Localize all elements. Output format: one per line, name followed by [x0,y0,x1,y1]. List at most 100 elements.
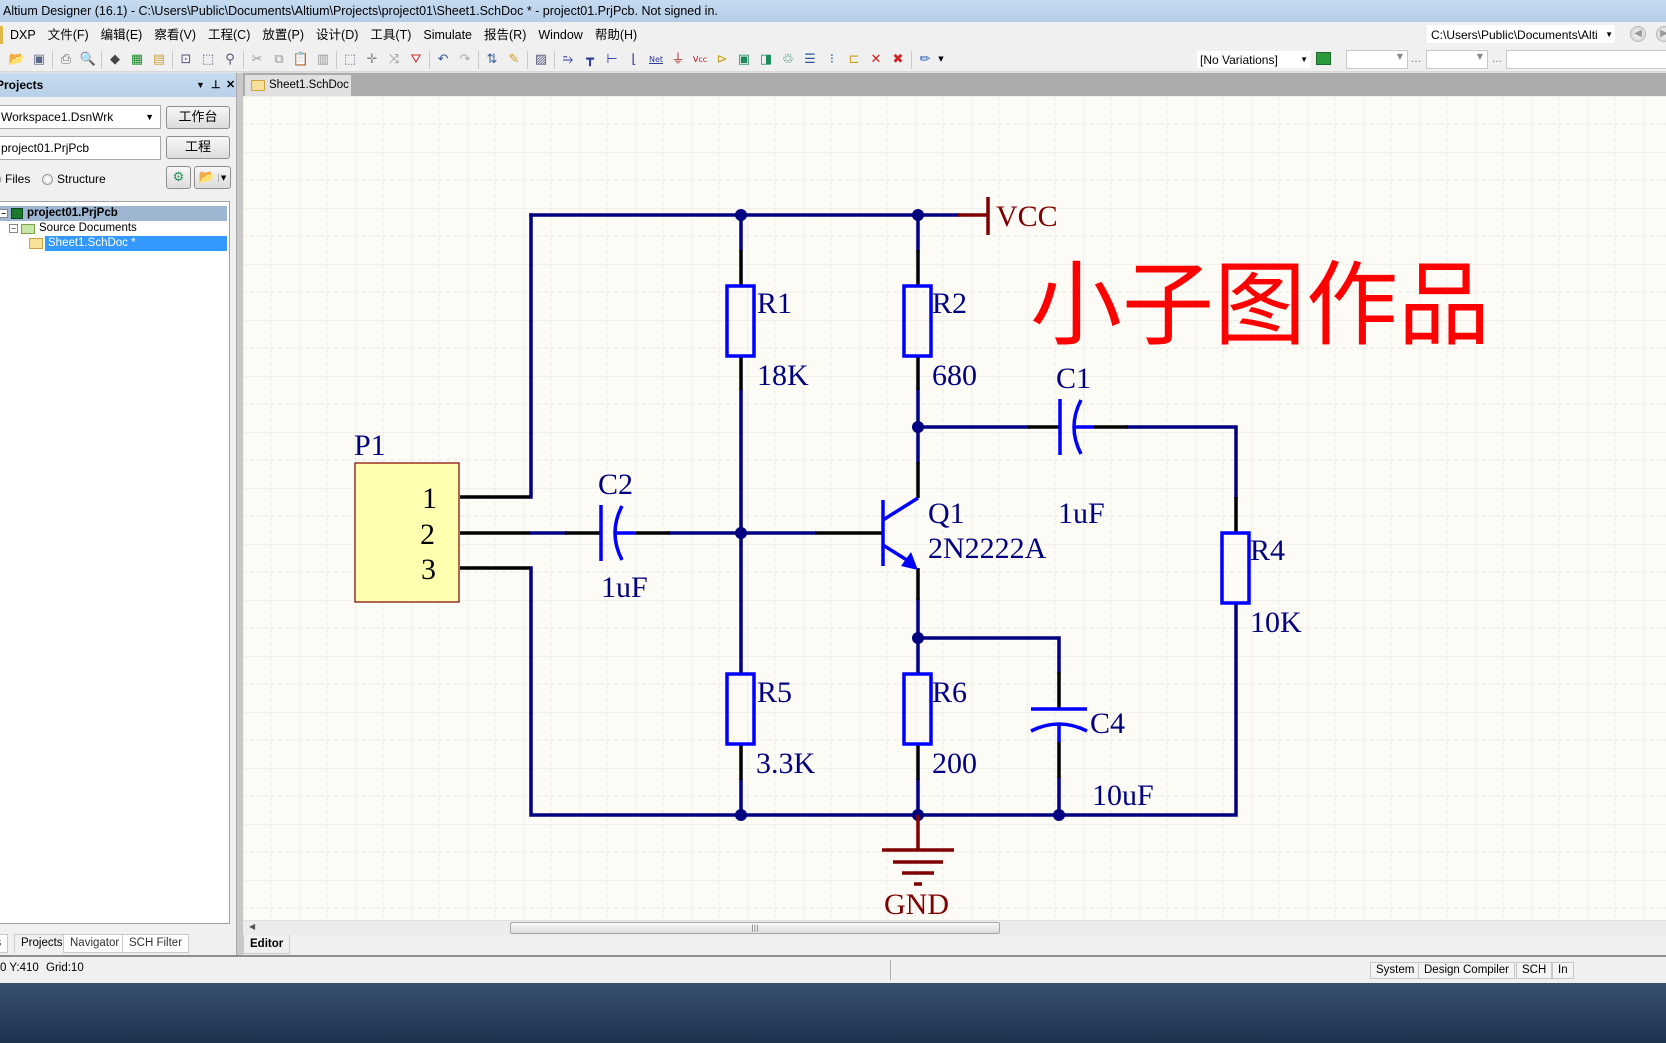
place-part-icon[interactable]: ⊳ [711,50,733,70]
pin-icon[interactable]: ⊥ [211,73,221,97]
rubber-stamp-icon[interactable]: ▥ [312,50,334,70]
net-label-icon[interactable]: ⌊ [623,50,645,70]
menu-file[interactable]: 文件(F) [42,24,95,46]
ellipsis-icon[interactable]: … [1411,54,1421,65]
status-instruments-button[interactable]: In [1552,962,1574,979]
variations-combo[interactable]: [No Variations] ▼ [1196,50,1312,69]
menu-dxp[interactable]: DXP [4,24,42,46]
status-system-button[interactable]: System [1370,962,1421,979]
collapse-icon[interactable]: − [9,224,18,233]
save-icon[interactable]: ▣ [28,50,50,70]
ellipsis-icon[interactable]: … [1492,54,1502,65]
workspace-combo[interactable]: Workspace1.DsnWrk ▼ [0,105,161,129]
filter-combo-3[interactable] [1506,50,1666,69]
junction [735,209,747,221]
menu-view[interactable]: 察看(V) [148,24,202,46]
menu-project[interactable]: 工程(C) [202,24,256,46]
gnd-port-icon[interactable]: ⏚ [667,50,689,70]
structure-radio[interactable]: Structure [42,172,106,186]
project-button[interactable]: 工程 [166,136,230,159]
status-design-compiler-button[interactable]: Design Compiler [1418,962,1516,979]
tab-editor[interactable]: Editor [243,935,291,954]
menu-window[interactable]: Window [532,24,588,46]
compile-mask-icon[interactable]: ✖ [887,50,909,70]
document-tab-sheet1[interactable]: Sheet1.SchDoc * [245,75,351,111]
net-label-text-icon[interactable]: Net [645,50,667,70]
menu-tools[interactable]: 工具(T) [364,24,417,46]
r6-designator: R6 [932,676,967,709]
files-radio[interactable]: Files [0,172,30,186]
close-icon[interactable]: ✕ [226,73,235,97]
zoom-selected-icon[interactable]: ⚲ [219,50,241,70]
forward-icon[interactable]: ▶ [1656,26,1666,42]
print-preview-icon[interactable]: 🔍 [77,50,99,70]
tree-item-source-documents[interactable]: − Source Documents [9,221,137,236]
tree-item-project[interactable]: − project01.PrjPcb [0,206,227,221]
horizontal-scrollbar[interactable]: ◀ ||| [243,920,1666,935]
print-icon[interactable]: ⎙ [55,50,77,70]
harness-icon[interactable]: ☰ [799,50,821,70]
filter-combo-2[interactable]: ▼ [1426,50,1488,69]
project-field[interactable]: project01.PrjPcb [0,136,161,160]
back-icon[interactable]: ◀ [1630,26,1646,42]
schematic-canvas[interactable]: P1 R1 18K R2 680 C1 1uF C2 1uF Q1 2N2222… [243,96,1666,920]
menu-simulate[interactable]: Simulate [417,24,478,46]
menu-reports[interactable]: 报告(R) [478,24,532,46]
open-icon[interactable]: 📂 [6,50,28,70]
status-divider [890,960,891,980]
no-erc-icon[interactable]: ✕ [865,50,887,70]
menu-design[interactable]: 设计(D) [310,24,364,46]
p1-body[interactable] [354,462,460,603]
panel-menu-icon[interactable]: ▼ [196,73,205,97]
scrollbar-thumb[interactable]: ||| [510,922,1000,934]
pcb-icon[interactable]: ▦ [126,50,148,70]
variant-manager-icon[interactable] [1316,52,1331,65]
pencil-icon[interactable]: ✏ [914,50,936,70]
hierarchy-icon[interactable]: ⇅ [481,50,503,70]
collapse-icon[interactable]: − [0,209,8,218]
filter-combo-1[interactable]: ▼ [1346,50,1408,69]
sheet-entry-icon[interactable]: ◨ [755,50,777,70]
menu-help[interactable]: 帮助(H) [589,24,643,46]
compile-button[interactable]: ⚙ [166,166,191,189]
select-area-icon[interactable]: ⬚ [339,50,361,70]
redo-icon[interactable]: ↷ [454,50,476,70]
scroll-left-icon[interactable]: ◀ [249,922,255,931]
zoom-fit-icon[interactable]: ⊡ [175,50,197,70]
status-sch-button[interactable]: SCH [1516,962,1553,979]
chevron-down-icon[interactable]: ▼ [936,50,946,70]
menu-place[interactable]: 放置(P) [256,24,310,46]
vcc-port-icon[interactable]: Vcc [689,50,711,70]
menu-edit[interactable]: 编辑(E) [95,24,149,46]
tab-navigator[interactable]: Navigator [63,934,127,953]
copy-icon[interactable]: ⧉ [268,50,290,70]
r4-value: 10K [1250,606,1302,639]
device-sheet-icon[interactable]: ♲ [777,50,799,70]
tree-item-sheet1[interactable]: Sheet1.SchDoc * [29,236,227,251]
port-icon[interactable]: ⊏ [843,50,865,70]
3d-view-icon[interactable]: ◆ [104,50,126,70]
zoom-area-icon[interactable]: ⬚ [197,50,219,70]
c1-value: 1uF [1058,497,1105,530]
sheet-symbol-icon[interactable]: ▣ [733,50,755,70]
project-actions-button[interactable]: 📂 ▼ [194,166,231,189]
cross-probe-icon[interactable]: ✎ [503,50,525,70]
wire-icon[interactable]: ⥲ [557,50,579,70]
panel-splitter[interactable] [236,73,243,955]
bus-entry-icon[interactable]: ⊢ [601,50,623,70]
document-icon[interactable]: ▤ [148,50,170,70]
undo-icon[interactable]: ↶ [432,50,454,70]
paste-icon[interactable]: 📋 [290,50,312,70]
harness-entry-icon[interactable]: ⁝ [821,50,843,70]
cross-select-icon[interactable]: ⤨ [383,50,405,70]
tab-projects[interactable]: Projects [14,934,70,953]
workspace-button[interactable]: 工作台 [166,106,230,129]
tab-files[interactable]: Files [0,934,8,953]
bus-icon[interactable]: ┳ [579,50,601,70]
browse-component-icon[interactable]: ▨ [530,50,552,70]
cut-icon[interactable]: ✂ [246,50,268,70]
clear-filter-icon[interactable]: ⛛ [405,50,427,70]
tab-sch-filter[interactable]: SCH Filter [122,934,190,953]
path-combo[interactable]: C:\Users\Public\Documents\Alti ▼ [1426,24,1616,44]
move-icon[interactable]: ✛ [361,50,383,70]
